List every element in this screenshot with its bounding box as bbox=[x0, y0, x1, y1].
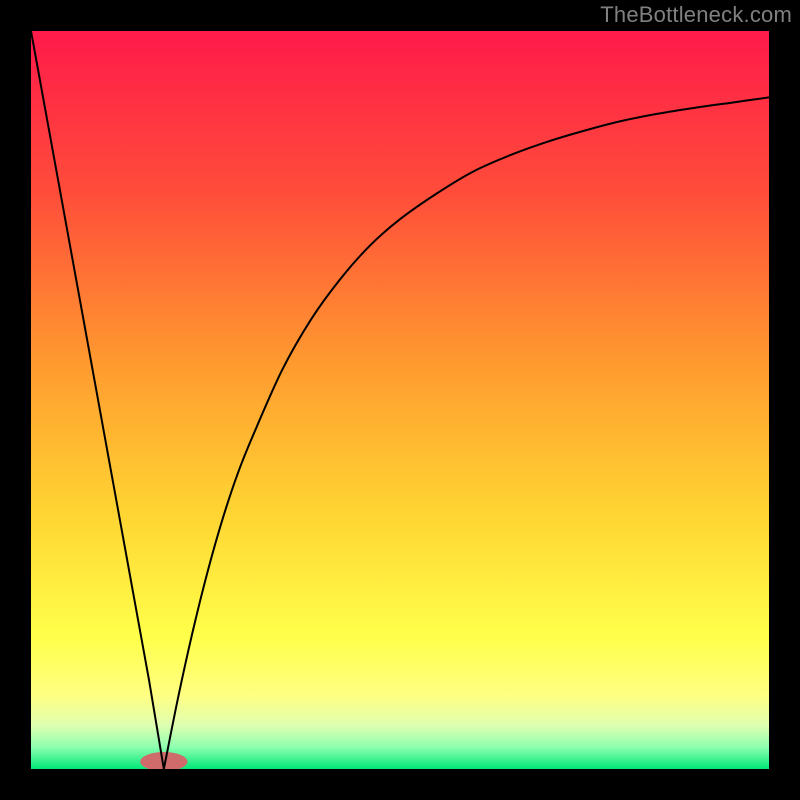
chart-background bbox=[31, 31, 769, 769]
chart-frame: TheBottleneck.com bbox=[0, 0, 800, 800]
plot-area bbox=[31, 31, 769, 769]
chart-svg bbox=[31, 31, 769, 769]
attribution-watermark: TheBottleneck.com bbox=[600, 2, 792, 28]
